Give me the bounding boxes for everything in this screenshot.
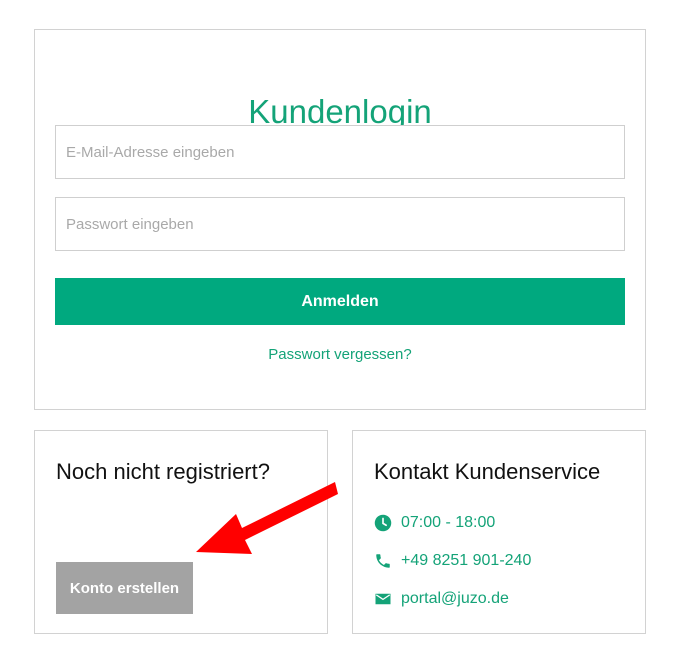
forgot-password-link[interactable]: Passwort vergessen? <box>35 346 645 363</box>
contact-phone-text: +49 8251 901-240 <box>401 552 532 569</box>
contact-phone[interactable]: +49 8251 901-240 <box>374 550 531 572</box>
clock-icon <box>374 514 392 532</box>
mail-icon <box>374 590 392 608</box>
contact-email-text: portal@juzo.de <box>401 590 509 607</box>
contact-email[interactable]: portal@juzo.de <box>374 588 509 610</box>
email-field[interactable] <box>55 125 625 179</box>
contact-title: Kontakt Kundenservice <box>374 459 601 484</box>
contact-hours-text: 07:00 - 18:00 <box>401 514 496 531</box>
login-card: Kundenlogin Anmelden Passwort vergessen? <box>34 29 646 410</box>
password-field[interactable] <box>55 197 625 251</box>
create-account-button[interactable]: Konto erstellen <box>56 562 193 614</box>
contact-hours: 07:00 - 18:00 <box>374 512 495 534</box>
register-title: Noch nicht registriert? <box>56 459 270 484</box>
phone-icon <box>374 552 392 570</box>
contact-card: Kontakt Kundenservice 07:00 - 18:00 +49 … <box>352 430 646 634</box>
register-card: Noch nicht registriert? Konto erstellen <box>34 430 328 634</box>
login-button[interactable]: Anmelden <box>55 278 625 325</box>
